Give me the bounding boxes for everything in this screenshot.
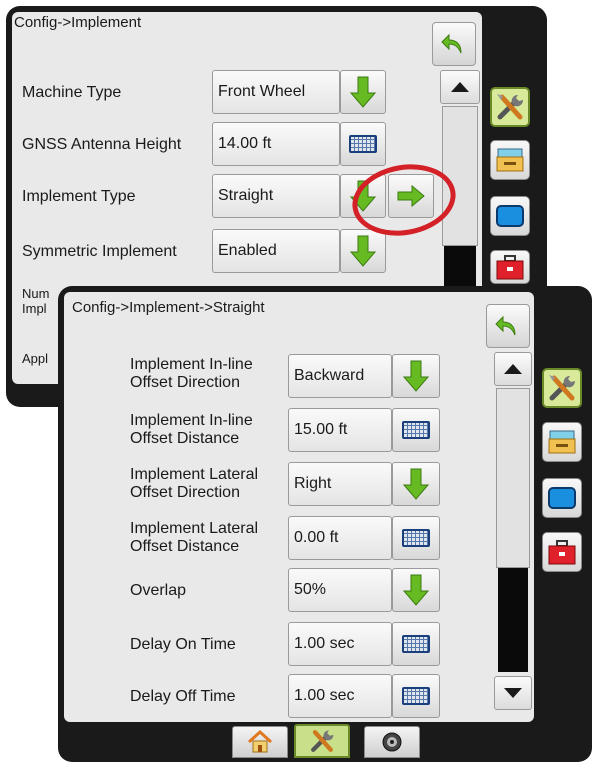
delay-on-time-label: Delay On Time bbox=[130, 636, 236, 653]
delay-off-time-field[interactable]: 1.00 sec bbox=[288, 674, 392, 718]
inline-offset-direction-field[interactable]: Backward bbox=[288, 354, 392, 398]
gnss-antenna-height-keyboard-button[interactable] bbox=[340, 122, 386, 166]
scroll-down-button[interactable] bbox=[494, 676, 532, 710]
machine-type-field[interactable]: Front Wheel bbox=[212, 70, 340, 114]
back-screen-title: Config->Implement bbox=[14, 14, 142, 31]
down-arrow-icon bbox=[403, 468, 429, 500]
inline-offset-distance-keyboard-button[interactable] bbox=[392, 408, 440, 452]
console-icon bbox=[496, 148, 524, 172]
side-tab-toolbox[interactable] bbox=[490, 250, 530, 284]
back-button[interactable] bbox=[486, 304, 530, 348]
implement-type-label: Implement Type bbox=[22, 188, 136, 205]
overlap-field[interactable]: 50% bbox=[288, 568, 392, 612]
home-icon bbox=[247, 730, 273, 753]
side-tab-display[interactable] bbox=[542, 478, 582, 518]
side-tab-toolbox[interactable] bbox=[542, 532, 582, 572]
overlap-label: Overlap bbox=[130, 582, 187, 599]
down-arrow-icon bbox=[403, 360, 429, 392]
delay-off-time-label: Delay Off Time bbox=[130, 688, 236, 705]
side-tab-tools[interactable] bbox=[490, 87, 530, 127]
down-triangle-icon bbox=[504, 688, 522, 698]
bottom-tab-camera[interactable] bbox=[364, 726, 420, 758]
front-screen: Config->Implement->Straight Implement In… bbox=[64, 292, 534, 722]
up-arrow-icon bbox=[451, 82, 469, 92]
side-tab-tools[interactable] bbox=[542, 368, 582, 408]
console-icon bbox=[548, 430, 576, 454]
down-arrow-icon bbox=[350, 235, 376, 267]
tools-icon bbox=[497, 94, 524, 120]
scroll-thumb[interactable] bbox=[498, 568, 528, 672]
machine-type-dropdown-button[interactable] bbox=[340, 70, 386, 114]
gnss-antenna-height-field[interactable]: 14.00 ft bbox=[212, 122, 340, 166]
gnss-antenna-height-label: GNSS Antenna Height bbox=[22, 136, 182, 153]
bottom-tab-tools[interactable] bbox=[294, 724, 350, 758]
symmetric-implement-field[interactable]: Enabled bbox=[212, 229, 340, 273]
inline-offset-distance-label: Implement In-line Offset Distance bbox=[130, 412, 253, 447]
side-tab-display[interactable] bbox=[490, 196, 530, 236]
keyboard-icon bbox=[402, 635, 430, 653]
display-icon bbox=[496, 205, 524, 227]
back-arrow-icon bbox=[495, 315, 516, 336]
delay-on-time-field[interactable]: 1.00 sec bbox=[288, 622, 392, 666]
back-arrow-icon bbox=[441, 33, 462, 54]
up-arrow-icon bbox=[504, 364, 522, 374]
tools-icon bbox=[549, 375, 576, 401]
lateral-offset-distance-field[interactable]: 0.00 ft bbox=[288, 516, 392, 560]
inline-offset-distance-field[interactable]: 15.00 ft bbox=[288, 408, 392, 452]
inline-offset-direction-dropdown-button[interactable] bbox=[392, 354, 440, 398]
down-arrow-icon bbox=[403, 574, 429, 606]
implement-type-field[interactable]: Straight bbox=[212, 174, 340, 218]
lateral-offset-direction-field[interactable]: Right bbox=[288, 462, 392, 506]
symmetric-implement-label: Symmetric Implement bbox=[22, 243, 177, 260]
bottom-tab-home[interactable] bbox=[232, 726, 288, 758]
number-implement-label: Num Impl bbox=[22, 286, 50, 316]
overlap-dropdown-button[interactable] bbox=[392, 568, 440, 612]
lateral-offset-direction-label: Implement Lateral Offset Direction bbox=[130, 466, 259, 501]
toolbox-icon bbox=[496, 255, 524, 280]
scroll-up-button[interactable] bbox=[494, 352, 532, 386]
front-screen-title: Config->Implement->Straight bbox=[72, 299, 265, 316]
lateral-offset-direction-dropdown-button[interactable] bbox=[392, 462, 440, 506]
side-tab-console[interactable] bbox=[542, 422, 582, 462]
symmetric-implement-dropdown-button[interactable] bbox=[340, 229, 386, 273]
side-tab-console[interactable] bbox=[490, 140, 530, 180]
tools-icon bbox=[311, 730, 334, 752]
back-button[interactable] bbox=[432, 22, 476, 66]
lateral-offset-distance-label: Implement Lateral Offset Distance bbox=[130, 520, 259, 555]
keyboard-icon bbox=[402, 529, 430, 547]
delay-off-time-keyboard-button[interactable] bbox=[392, 674, 440, 718]
scroll-track[interactable] bbox=[496, 388, 530, 568]
keyboard-icon bbox=[402, 687, 430, 705]
machine-type-label: Machine Type bbox=[22, 84, 122, 101]
application-label: Appl bbox=[22, 351, 49, 366]
delay-on-time-keyboard-button[interactable] bbox=[392, 622, 440, 666]
down-arrow-icon bbox=[350, 76, 376, 108]
keyboard-icon bbox=[349, 135, 377, 153]
scroll-up-button[interactable] bbox=[440, 70, 480, 104]
camera-icon bbox=[382, 732, 402, 752]
keyboard-icon bbox=[402, 421, 430, 439]
inline-offset-direction-label: Implement In-line Offset Direction bbox=[130, 356, 253, 391]
toolbox-icon bbox=[548, 540, 576, 565]
lateral-offset-distance-keyboard-button[interactable] bbox=[392, 516, 440, 560]
display-icon bbox=[548, 487, 576, 509]
